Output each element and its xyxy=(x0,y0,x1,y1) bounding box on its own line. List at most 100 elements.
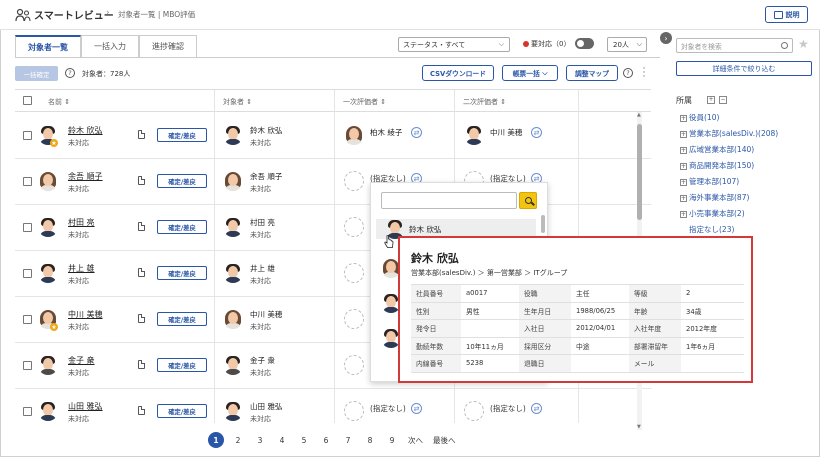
document-icon[interactable] xyxy=(138,268,145,277)
tab-target-list[interactable]: 対象者一覧 xyxy=(15,35,81,58)
row-checkbox[interactable] xyxy=(23,361,32,370)
page-9[interactable]: 9 xyxy=(381,432,403,448)
row-checkbox[interactable] xyxy=(23,407,32,416)
table-row[interactable]: ★ 鈴木 欣弘 未対応 確定/差戻 鈴木 欣弘 未対応 柏木 綾子 ⇄ 中川 美… xyxy=(15,113,651,159)
expand-icon[interactable]: + xyxy=(680,146,687,154)
csv-download-button[interactable]: CSVダウンロード xyxy=(422,65,494,81)
confirm-return-button[interactable]: 確定/差戻 xyxy=(157,174,207,188)
scroll-down-icon[interactable]: ▼ xyxy=(637,424,641,430)
more-menu-icon[interactable]: · · · xyxy=(642,65,646,82)
tree-item-unassigned[interactable]: 指定なし(23) xyxy=(689,224,734,235)
scroll-up-icon[interactable]: ▲ xyxy=(637,112,641,118)
help-question-icon[interactable]: ? xyxy=(623,68,633,78)
row-checkbox[interactable] xyxy=(23,177,32,186)
first-evaluator-name[interactable]: 柏木 綾子 xyxy=(370,127,402,138)
document-icon[interactable] xyxy=(138,130,145,139)
page-4[interactable]: 4 xyxy=(271,432,293,448)
expand-icon[interactable]: + xyxy=(680,178,687,186)
adjust-map-button[interactable]: 調整マップ xyxy=(566,65,618,81)
confirm-return-button[interactable]: 確定/差戻 xyxy=(157,266,207,280)
first-evaluator-unassigned[interactable]: (指定なし) xyxy=(370,403,406,414)
swap-icon[interactable]: ⇄ xyxy=(531,403,542,414)
page-7[interactable]: 7 xyxy=(337,432,359,448)
profile-value: 主任 xyxy=(571,284,629,303)
confirm-return-button[interactable]: 確定/差戻 xyxy=(157,358,207,372)
table-row[interactable]: 余吾 順子 未対応 確定/差戻 余吾 順子 未対応 (指定なし) ⇄ (指定なし… xyxy=(15,159,651,205)
page-5[interactable]: 5 xyxy=(293,432,315,448)
employee-name-link[interactable]: 村田 亮 xyxy=(68,217,95,228)
tree-item-retail[interactable]: + 小売事業本部(2) xyxy=(680,208,745,219)
document-icon[interactable] xyxy=(138,222,145,231)
evaluator-search-button[interactable] xyxy=(519,192,537,209)
employee-name-link[interactable]: 山田 雅弘 xyxy=(68,401,103,412)
document-icon[interactable] xyxy=(138,360,145,369)
avatar xyxy=(38,401,58,421)
page-last[interactable]: 最後へ xyxy=(428,432,461,448)
confirm-return-button[interactable]: 確定/差戻 xyxy=(157,404,207,418)
confirm-return-button[interactable]: 確定/差戻 xyxy=(157,312,207,326)
row-checkbox[interactable] xyxy=(23,269,32,278)
app-title[interactable]: スマートレビュー xyxy=(34,7,114,22)
per-page-select[interactable]: 20人 ⌵ xyxy=(607,37,647,52)
scrollbar-thumb[interactable] xyxy=(637,124,642,220)
expand-icon[interactable]: + xyxy=(680,194,687,202)
swap-icon[interactable]: ⇄ xyxy=(531,127,542,138)
employee-name-link[interactable]: 余吾 順子 xyxy=(68,171,103,182)
swap-icon[interactable]: ⇄ xyxy=(411,127,422,138)
dropdown-scrollbar[interactable] xyxy=(541,215,545,233)
second-evaluator-unassigned[interactable]: (指定なし) xyxy=(490,403,526,414)
col-header-target[interactable]: 対象者 ⇕ xyxy=(223,97,252,107)
employee-name-link[interactable]: 鈴木 欣弘 xyxy=(68,125,103,136)
swap-icon[interactable]: ⇄ xyxy=(411,403,422,414)
tree-item-admin[interactable]: + 管理本部(107) xyxy=(680,176,739,187)
detail-filter-button[interactable]: 詳細条件で絞り込む xyxy=(676,61,812,76)
page-6[interactable]: 6 xyxy=(315,432,337,448)
form-bulk-button[interactable]: 帳票一括 ⌵ xyxy=(502,65,558,81)
tab-bulk-input[interactable]: 一括入力 xyxy=(81,35,139,57)
col-header-second-evaluator[interactable]: 二次評価者 ⇕ xyxy=(463,97,506,107)
tree-item-executives[interactable]: + 役員(10) xyxy=(680,112,719,123)
employee-name-link[interactable]: 井上 雄 xyxy=(68,263,95,274)
row-checkbox[interactable] xyxy=(23,223,32,232)
status-text: 未対応 xyxy=(68,185,89,193)
tree-item-overseas[interactable]: + 海外事業本部(87) xyxy=(680,192,749,203)
confirm-return-button[interactable]: 確定/差戻 xyxy=(157,128,207,142)
select-all-checkbox[interactable] xyxy=(23,96,32,105)
page-3[interactable]: 3 xyxy=(249,432,271,448)
row-checkbox[interactable] xyxy=(23,131,32,140)
document-icon[interactable] xyxy=(138,176,145,185)
favorite-star-icon[interactable]: ★ xyxy=(798,37,809,51)
status-filter-select[interactable]: ステータス・すべて ⌵ xyxy=(398,37,510,52)
expand-icon[interactable]: + xyxy=(680,130,687,138)
tree-item-product-dev[interactable]: + 商品開発本部(150) xyxy=(680,160,754,171)
second-evaluator-name[interactable]: 中川 美穂 xyxy=(490,127,522,138)
evaluator-search-input[interactable] xyxy=(381,192,517,209)
bulk-confirm-button[interactable]: 一括確定 xyxy=(15,66,58,81)
expand-icon[interactable]: + xyxy=(680,162,687,170)
col-header-first-evaluator[interactable]: 一次評価者 ⇕ xyxy=(343,97,386,107)
table-row[interactable]: 山田 雅弘 未対応 確定/差戻 山田 雅弘 未対応 (指定なし) ⇄ (指定なし… xyxy=(15,389,651,423)
help-question-icon[interactable]: ? xyxy=(65,68,75,78)
document-icon[interactable] xyxy=(138,314,145,323)
expand-all-icon[interactable]: + xyxy=(707,96,715,104)
col-header-name[interactable]: 名前 ⇕ xyxy=(48,97,70,107)
pending-toggle[interactable] xyxy=(575,38,594,49)
help-button[interactable]: 説明 xyxy=(765,6,808,23)
expand-icon[interactable]: + xyxy=(680,114,687,122)
collapse-all-icon[interactable]: − xyxy=(719,96,727,104)
tab-progress[interactable]: 進捗確認 xyxy=(139,35,197,57)
page-8[interactable]: 8 xyxy=(359,432,381,448)
employee-search-input[interactable]: 対象者を検索 xyxy=(676,38,793,53)
document-icon[interactable] xyxy=(138,406,145,415)
page-1[interactable]: 1 xyxy=(208,432,224,448)
page-next[interactable]: 次へ xyxy=(403,432,428,448)
tree-item-sales[interactable]: + 営業本部(salesDiv.)(208) xyxy=(680,128,778,139)
row-checkbox[interactable] xyxy=(23,315,32,324)
page-2[interactable]: 2 xyxy=(227,432,249,448)
panel-collapse-button[interactable]: › xyxy=(660,32,672,44)
tree-item-wide-area-sales[interactable]: + 広域営業本部(140) xyxy=(680,144,754,155)
expand-icon[interactable]: + xyxy=(680,210,687,218)
confirm-return-button[interactable]: 確定/差戻 xyxy=(157,220,207,234)
employee-name-link[interactable]: 金子 衆 xyxy=(68,355,95,366)
employee-name-link[interactable]: 中川 美穂 xyxy=(68,309,103,320)
